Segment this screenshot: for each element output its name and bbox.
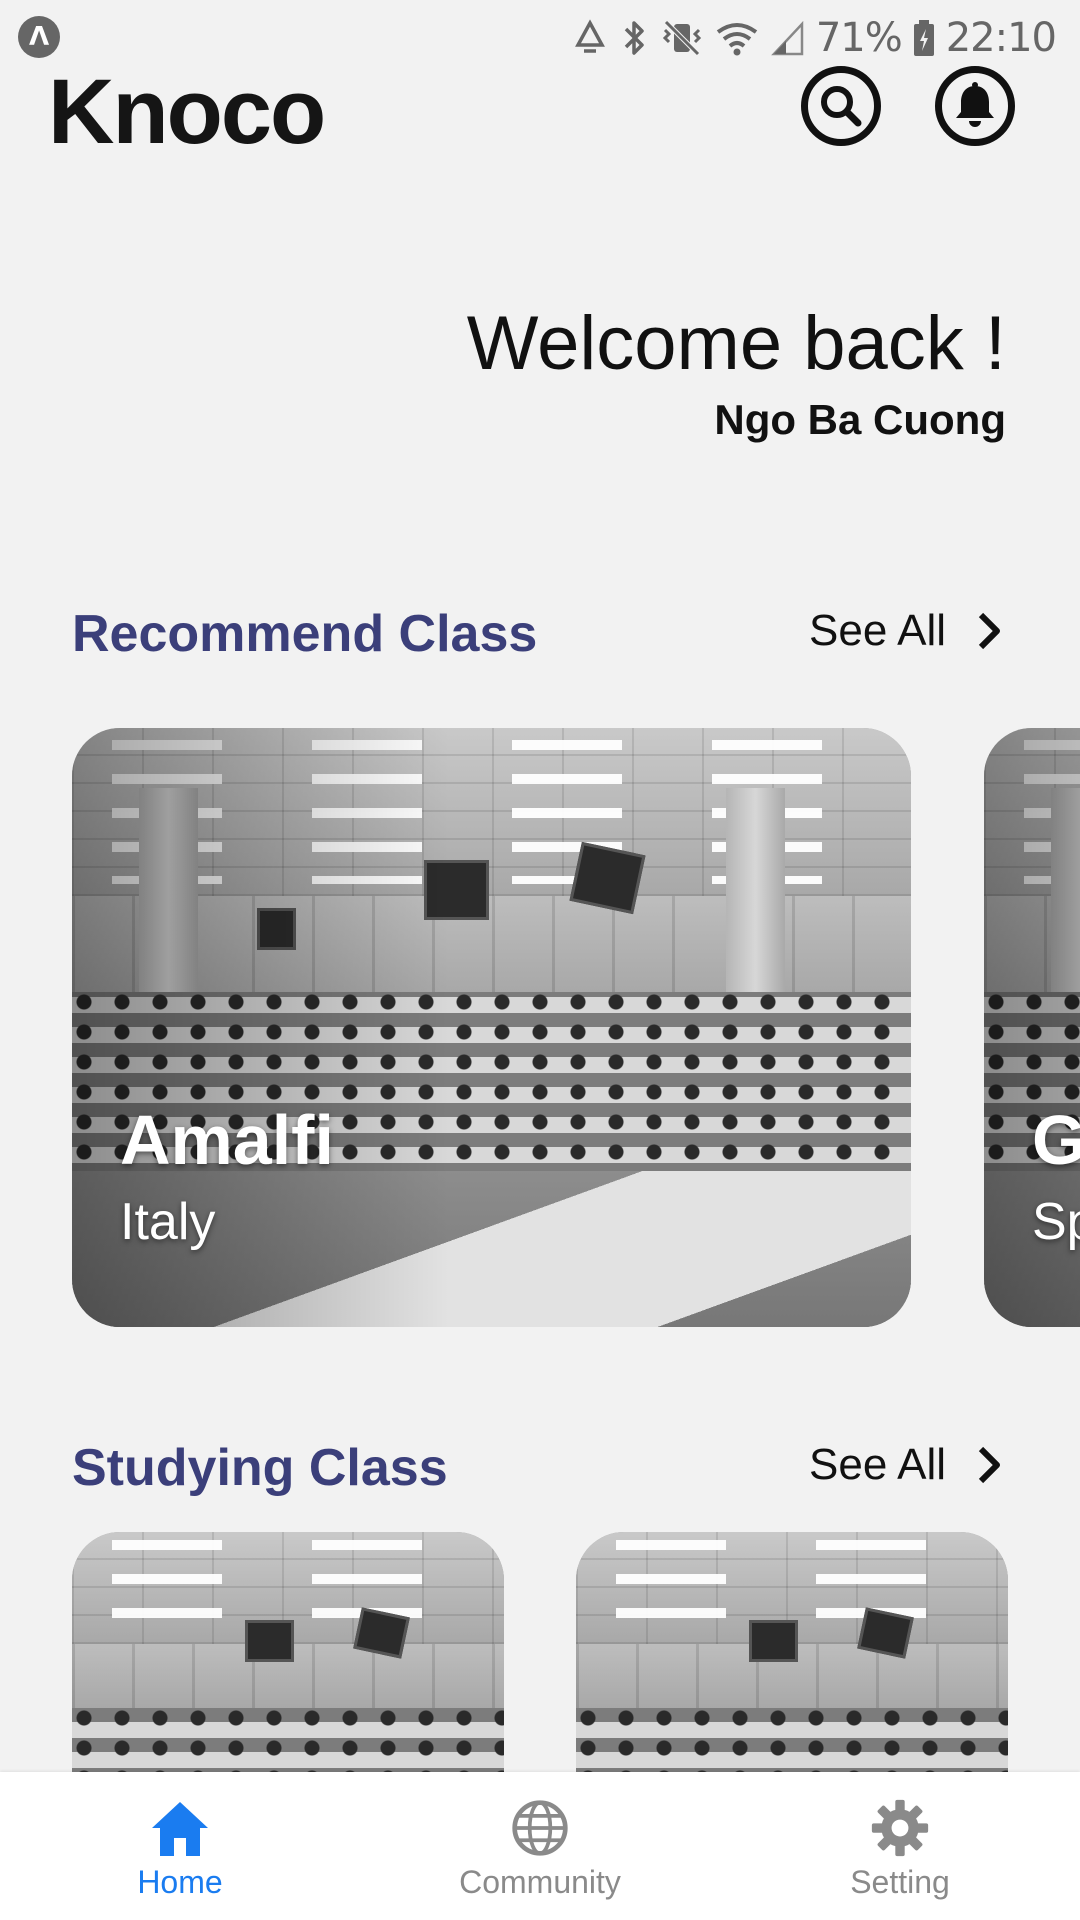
wifi-icon: [716, 23, 757, 56]
card-subtitle: Sp: [1032, 1193, 1080, 1251]
battery-icon: [913, 20, 934, 56]
battery-percent: 71%: [815, 15, 903, 61]
notifications-button[interactable]: [935, 66, 1015, 146]
recycle-icon: [574, 19, 605, 53]
recommend-section-title: Recommend Class: [72, 605, 538, 663]
nav-label-setting: Setting: [850, 1864, 950, 1900]
vibrate-mute-icon: [662, 20, 701, 56]
gear-icon: [871, 1799, 929, 1857]
bottom-navigation: Home Community Setting: [0, 1772, 1080, 1920]
nav-label-community: Community: [459, 1864, 621, 1900]
chevron-right-icon: [978, 1446, 1000, 1484]
globe-icon: [512, 1800, 568, 1856]
user-name: Ngo Ba Cuong: [714, 396, 1006, 443]
card-title: Amalfi: [120, 1101, 334, 1179]
chevron-right-icon: [978, 612, 1000, 650]
card-subtitle: Italy: [120, 1193, 216, 1251]
bluetooth-icon: [624, 21, 644, 55]
studying-section-title: Studying Class: [72, 1439, 448, 1497]
studying-see-all-button[interactable]: See All: [809, 1440, 1002, 1490]
home-icon: [152, 1802, 208, 1856]
recommend-see-all-button[interactable]: See All: [809, 606, 1002, 656]
see-all-label: See All: [809, 606, 946, 655]
studying-card[interactable]: [72, 1532, 504, 1772]
status-icons: 71% 22:10: [570, 10, 1057, 66]
app-notification-icon: Λ: [18, 16, 60, 58]
bell-icon: [956, 82, 994, 127]
nav-setting[interactable]: Setting: [750, 1772, 1050, 1920]
app-title: Knoco: [48, 61, 326, 163]
studying-card[interactable]: [576, 1532, 1008, 1772]
search-button[interactable]: [801, 66, 881, 146]
card-title: G: [1032, 1101, 1080, 1179]
nav-home[interactable]: Home: [30, 1772, 330, 1920]
signal-icon: [770, 20, 804, 56]
see-all-label: See All: [809, 1440, 946, 1489]
class-photo: [576, 1532, 1008, 1772]
welcome-title: Welcome back !: [466, 301, 1006, 386]
nav-community[interactable]: Community: [390, 1772, 690, 1920]
nav-label-home: Home: [137, 1864, 223, 1900]
clock: 22:10: [945, 15, 1057, 61]
search-icon: [821, 86, 862, 127]
class-photo: [72, 1532, 504, 1772]
